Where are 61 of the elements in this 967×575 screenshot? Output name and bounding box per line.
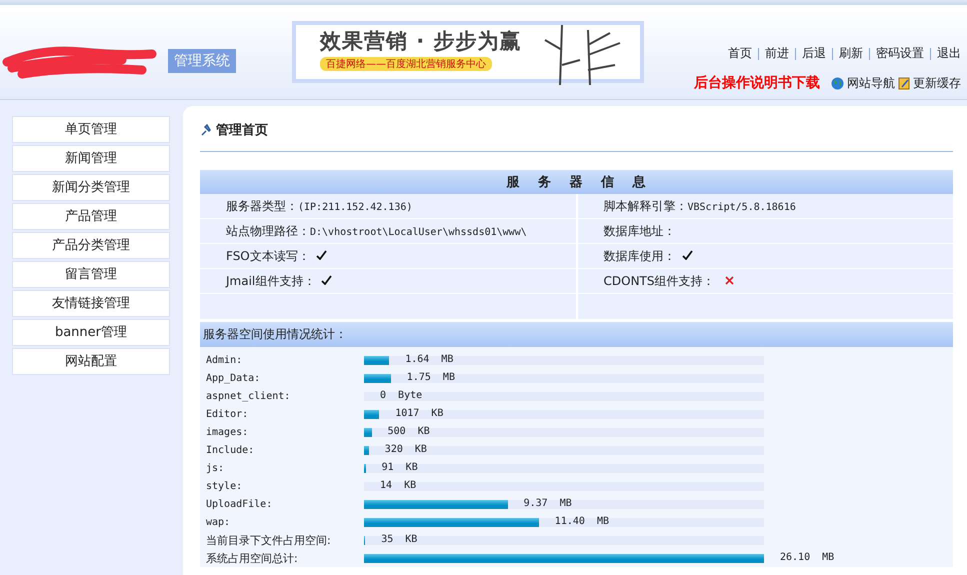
table-header: 服 务 器 信 息 xyxy=(200,170,953,194)
site-nav-link[interactable]: 网站导航 xyxy=(847,74,895,92)
size-value: 9.37 MB xyxy=(524,496,572,510)
size-value: 500 KB xyxy=(388,424,430,438)
refresh-cache-link[interactable]: 更新缓存 xyxy=(913,74,961,92)
folder-name: Include: xyxy=(206,444,256,456)
info-label: Jmail组件支持： xyxy=(226,274,316,288)
folder-name: 系统占用空间总计: xyxy=(206,550,299,566)
nav-link[interactable]: 退出 xyxy=(937,45,961,62)
info-label: 站点物理路径： xyxy=(226,224,310,238)
info-label: 服务器类型： xyxy=(226,198,298,212)
info-label: 数据库地址： xyxy=(604,224,676,238)
size-value: 1.75 MB xyxy=(406,370,455,384)
banner-tagline: 百捷网络——百度湖北营销服务中心 xyxy=(320,57,492,71)
sidebar-item[interactable]: 产品分类管理 xyxy=(12,232,170,259)
info-label: 数据库使用： xyxy=(604,248,676,262)
folder-name: Admin: xyxy=(206,354,244,366)
size-value: 14 KB xyxy=(380,478,416,492)
globe-icon xyxy=(831,76,844,90)
folder-name: images: xyxy=(206,426,250,438)
info-value: (IP:211.152.42.136) xyxy=(298,202,412,212)
section-header: 服务器空间使用情况统计： xyxy=(200,322,953,347)
sidebar-item[interactable]: 单页管理 xyxy=(12,116,170,143)
sidebar-item[interactable]: 友情链接管理 xyxy=(12,290,170,317)
banner-headline: 效果营销 · 步步为赢 xyxy=(320,28,522,55)
info-label: FSO文本读写： xyxy=(226,248,310,262)
sidebar-item[interactable]: banner管理 xyxy=(12,319,170,346)
size-value: 26.10 MB xyxy=(780,550,834,564)
size-value: 1017 KB xyxy=(395,406,444,420)
size-value: 11.40 MB xyxy=(554,514,609,528)
nav-link[interactable]: 首页 xyxy=(728,45,752,62)
nav-link[interactable]: 密码设置 xyxy=(876,45,924,62)
folder-name: 当前目录下文件占用空间: xyxy=(206,532,332,548)
sidebar-item[interactable]: 新闻分类管理 xyxy=(12,174,170,201)
nav-link[interactable]: 后退 xyxy=(802,45,826,62)
folder-name: App_Data: xyxy=(206,372,262,384)
notepad-icon xyxy=(898,76,910,90)
system-name: 管理系统 xyxy=(168,49,236,73)
info-label: CDONTS组件支持： xyxy=(604,274,714,288)
sidebar-item[interactable]: 留言管理 xyxy=(12,261,170,288)
size-value: 91 KB xyxy=(382,460,418,474)
folder-name: style: xyxy=(206,480,244,492)
info-value: D:\vhostroot\LocalUser\whssds01\www\ xyxy=(310,226,527,238)
sidebar-item[interactable]: 产品管理 xyxy=(12,203,170,230)
size-value: 0 Byte xyxy=(380,388,422,402)
folder-name: aspnet_client: xyxy=(206,390,292,402)
folder-name: Editor: xyxy=(206,408,250,420)
size-value: 1.64 MB xyxy=(405,352,454,366)
pin-icon xyxy=(200,124,212,136)
folder-name: wap: xyxy=(206,516,232,528)
sidebar-item[interactable]: 网站配置 xyxy=(12,348,170,375)
size-value: 35 KB xyxy=(381,532,418,546)
size-value: 320 KB xyxy=(384,442,427,456)
nav-link[interactable]: 刷新 xyxy=(839,45,863,62)
nav-link[interactable]: 前进 xyxy=(765,45,789,62)
sidebar-item[interactable]: 新闻管理 xyxy=(12,145,170,172)
folder-name: js: xyxy=(206,462,226,474)
info-value: VBScript/5.8.18616 xyxy=(688,202,796,212)
page-title: 管理首页 xyxy=(216,122,268,139)
folder-name: UploadFile: xyxy=(206,498,274,510)
info-label: 脚本解释引擎： xyxy=(604,198,688,212)
